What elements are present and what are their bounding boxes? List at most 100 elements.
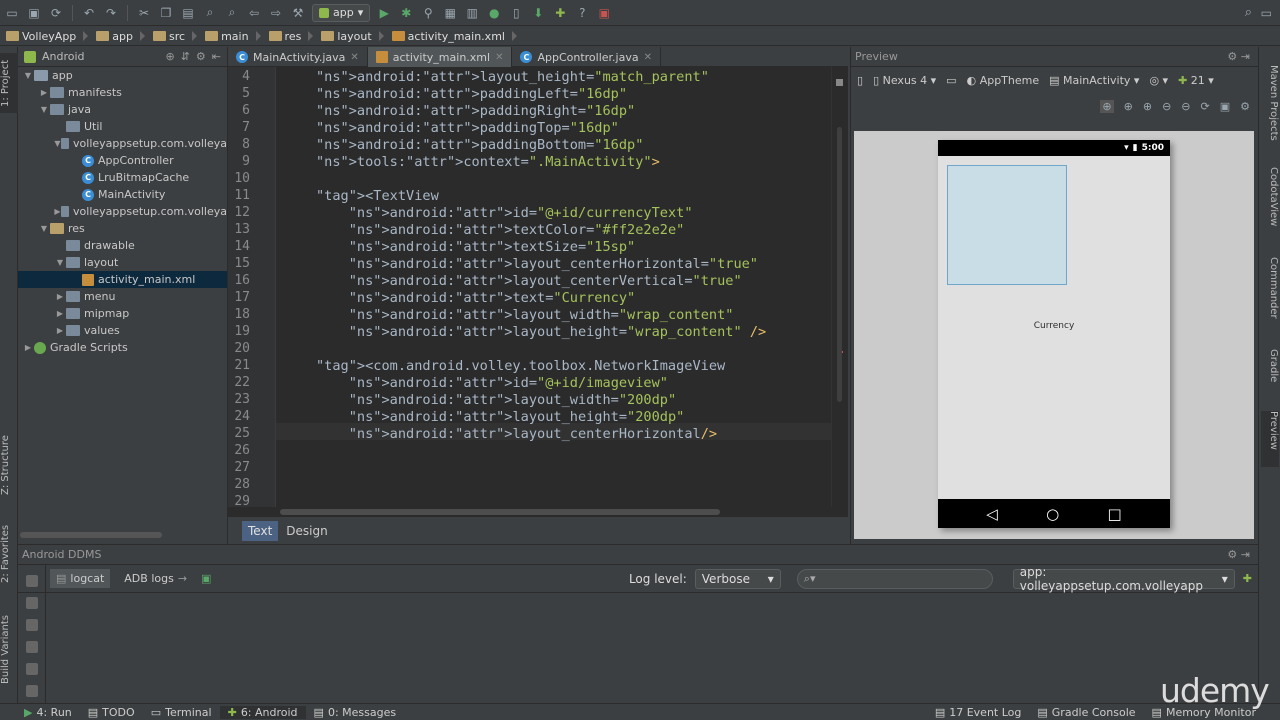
code-line[interactable]: "ns">android:"attr">layout_centerVertica… [316, 273, 742, 289]
tab-terminal[interactable]: ▭ Terminal [143, 706, 220, 719]
chevron-down-icon[interactable]: ▼ [38, 224, 50, 233]
chevron-down-icon[interactable]: ▼ [38, 105, 50, 114]
code-line[interactable]: "ns">android:"attr">layout_height="200dp… [316, 409, 685, 425]
terminate-icon[interactable] [25, 597, 38, 609]
paste-icon[interactable]: ▤ [180, 5, 196, 21]
tab-maven-projects[interactable]: Maven Projects [1261, 65, 1279, 155]
debug-icon[interactable]: ✱ [398, 5, 414, 21]
tab-preview[interactable]: Preview [1261, 411, 1279, 467]
app-filter-select[interactable]: app: volleyappsetup.com.volleyapp ▾ [1012, 565, 1235, 593]
tab-mainactivity-java[interactable]: C MainActivity.java ✕ [228, 47, 368, 67]
save-icon[interactable]: ▣ [26, 5, 42, 21]
coverage-icon[interactable]: ▦ [442, 5, 458, 21]
tab-run[interactable]: ▶ 4: Run [0, 706, 80, 719]
forward-icon[interactable]: ⇨ [268, 5, 284, 21]
chevron-right-icon[interactable]: ▶ [54, 326, 66, 335]
tab-text[interactable]: Text [242, 520, 279, 541]
hide-icon[interactable]: ⇤ [212, 50, 227, 63]
network-image-view[interactable] [947, 165, 1067, 285]
inspection-status-icon[interactable] [836, 79, 843, 86]
chevron-right-icon[interactable]: ▶ [54, 207, 61, 216]
cut-icon[interactable]: ✂ [136, 5, 152, 21]
code-line[interactable]: "ns">android:"attr">id="@+id/imageview" [316, 375, 668, 391]
tree-item[interactable]: ▶ menu [18, 288, 227, 305]
code-line[interactable]: "ns">android:"attr">paddingLeft="16dp" [316, 86, 627, 102]
undo-icon[interactable]: ↶ [81, 5, 97, 21]
breadcrumb-item[interactable]: src [151, 30, 203, 43]
gear-icon[interactable]: ⚙ [1240, 100, 1250, 113]
tree-item[interactable]: C AppController [18, 152, 227, 169]
chevron-down-icon[interactable]: ▼ [54, 258, 66, 267]
redo-icon[interactable]: ↷ [103, 5, 119, 21]
code-line[interactable]: "ns">android:"attr">paddingTop="16dp" [316, 120, 619, 136]
tree-item[interactable]: ▼ res [18, 220, 227, 237]
tree-item[interactable]: ▶ values [18, 322, 227, 339]
code-line[interactable]: "ns">android:"attr">textColor="#ff2e2e2e… [316, 222, 685, 238]
clear-log-icon[interactable] [25, 619, 38, 631]
tree-item[interactable]: ▶ manifests [18, 84, 227, 101]
editor-horizontal-scrollbar[interactable] [228, 507, 848, 517]
layout-icon[interactable]: ▯ [857, 74, 863, 87]
android-icon[interactable]: ✚ [1243, 572, 1258, 585]
chevron-right-icon[interactable]: ▶ [54, 292, 66, 301]
up-icon[interactable] [25, 685, 38, 697]
scroll-from-source-icon[interactable]: ⇵ [181, 50, 190, 63]
back-icon[interactable]: ⇦ [246, 5, 262, 21]
api-select[interactable]: ✚ 21 ▾ [1178, 74, 1214, 87]
log-level-select[interactable]: Verbose ▾ [694, 568, 781, 589]
project-structure-icon[interactable]: ▥ [464, 5, 480, 21]
avd-manager-icon[interactable]: ▯ [508, 5, 524, 21]
tab-codotaview[interactable]: CodotaView [1261, 167, 1279, 239]
code-line[interactable]: "ns">android:"attr">text="Currency" [316, 290, 635, 306]
chevron-right-icon[interactable]: ▶ [22, 343, 34, 352]
zoom-out-icon[interactable]: ⊖ [1162, 100, 1171, 113]
chevron-down-icon[interactable]: ▼ [54, 139, 61, 148]
search-everywhere-icon[interactable]: ⌕ [1245, 5, 1252, 20]
breadcrumb-item[interactable]: layout [319, 30, 389, 43]
tree-item[interactable]: activity_main.xml [18, 271, 227, 288]
replace-icon[interactable]: ⌕ [224, 5, 240, 21]
tab-structure[interactable]: Z: Structure [0, 427, 18, 503]
tab-design[interactable]: Design [280, 521, 333, 541]
tree-item[interactable]: ▼ app [18, 67, 227, 84]
tree-item[interactable]: ▼ java [18, 101, 227, 118]
close-icon[interactable]: ✕ [495, 52, 503, 63]
find-icon[interactable]: ⌕ [202, 5, 218, 21]
code-line[interactable]: "ns">android:"attr">textSize="15sp" [316, 239, 635, 255]
code-line[interactable]: "ns">tools:"attr">context=".MainActivity… [316, 154, 660, 170]
breadcrumb-item[interactable]: VolleyApp [4, 30, 94, 43]
zoom-actual-icon[interactable]: ⊕ [1100, 99, 1114, 113]
vertical-scrollbar[interactable] [831, 67, 848, 507]
android-device-monitor-icon[interactable]: ✚ [552, 5, 568, 21]
attach-debugger-icon[interactable]: ⚲ [420, 5, 436, 21]
tree-item[interactable]: Util [18, 118, 227, 135]
zoom-reset-icon[interactable]: ⊖ [1181, 100, 1190, 113]
tab-messages[interactable]: ▤ 0: Messages [306, 706, 405, 719]
screenshot-icon[interactable]: ▣ [1220, 100, 1230, 113]
tree-item[interactable]: ▶ volleyappsetup.com.volleya [18, 203, 227, 220]
copy-icon[interactable]: ❐ [158, 5, 174, 21]
scrollbar-thumb[interactable] [280, 509, 720, 515]
project-view-select[interactable]: Android [42, 50, 85, 63]
code-editor[interactable]: 4 5 6 7 8 9 10 11 12 13 14 15 16 17 18 19 20 21 22 23 24 25 26… [228, 67, 848, 509]
code-line[interactable]: "ns">android:"attr">layout_centerHorizon… [316, 256, 758, 272]
gear-icon[interactable]: ⚙ ⇥ [1227, 50, 1258, 63]
code-line[interactable]: "ns">android:"attr">layout_width="200dp" [316, 392, 676, 408]
tab-gradle[interactable]: Gradle [1261, 349, 1279, 395]
code-line[interactable]: "ns">android:"attr">layout_width="wrap_c… [316, 307, 734, 323]
sync-icon[interactable]: ⟳ [48, 5, 64, 21]
code-line[interactable]: "ns">android:"attr">id="@+id/currencyTex… [316, 205, 693, 221]
zoom-in-icon[interactable]: ⊕ [1143, 100, 1152, 113]
code-line[interactable]: "ns">android:"attr">paddingBottom="16dp" [316, 137, 643, 153]
tree-item[interactable]: drawable [18, 237, 227, 254]
window-icon[interactable]: ▭ [1261, 6, 1272, 20]
tab-android[interactable]: ✚ 6: Android [219, 705, 306, 719]
code-line[interactable]: "ns">android:"attr">layout_height="wrap_… [316, 324, 766, 340]
tab-appcontroller-java[interactable]: C AppController.java ✕ [512, 47, 661, 67]
refresh-icon[interactable]: ⟳ [1201, 100, 1210, 113]
tree-item[interactable]: C MainActivity [18, 186, 227, 203]
code-line[interactable]: "tag"><com.android.volley.toolbox.Networ… [316, 358, 725, 374]
tab-gradle-console[interactable]: ▤ Gradle Console [1029, 706, 1143, 719]
tab-logcat[interactable]: ▤ logcat [50, 569, 111, 588]
tree-item[interactable]: ▶ mipmap [18, 305, 227, 322]
